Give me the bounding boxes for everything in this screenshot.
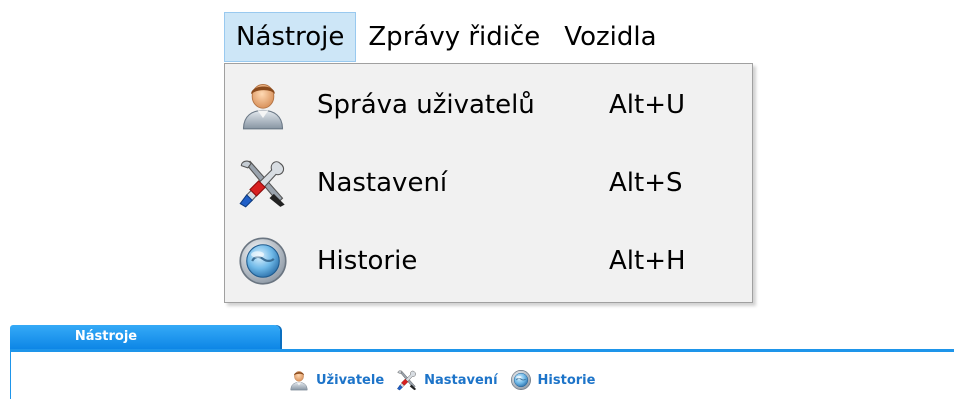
tab-strip: Nástroje Uživatele Nastavení Historie — [10, 325, 954, 399]
menu-item-shortcut: Alt+H — [609, 246, 686, 276]
menu-item-shortcut: Alt+S — [609, 168, 683, 198]
tools-icon — [396, 369, 418, 391]
toolbar-button-label: Uživatele — [316, 372, 385, 388]
tab-nastroje[interactable]: Nástroje — [10, 325, 280, 349]
menu-item-sprava-uzivatelu[interactable]: Správa uživatelů Alt+U — [225, 66, 752, 144]
tools-toolbar: Uživatele Nastavení Historie — [288, 367, 607, 393]
menu-item-label: Nastavení — [317, 168, 448, 198]
menu-item-nastaveni[interactable]: Nastavení Alt+S — [225, 144, 752, 222]
menu-item-label: Historie — [317, 246, 418, 276]
tab-underline — [10, 349, 954, 352]
menu-item-shortcut: Alt+U — [609, 90, 686, 120]
toolbar-button-label: Historie — [537, 372, 596, 388]
menu-vozidla[interactable]: Vozidla — [552, 12, 668, 62]
menu-zpravy-ridice[interactable]: Zprávy řidiče — [356, 12, 552, 62]
menu-item-label: Správa uživatelů — [317, 90, 535, 120]
history-icon — [237, 235, 289, 287]
nastroje-dropdown-menu: Správa uživatelů Alt+U Nastavení Alt+S H… — [224, 63, 753, 303]
toolbar-button-uzivatele[interactable]: Uživatele — [288, 369, 384, 391]
menu-item-historie[interactable]: Historie Alt+H — [225, 222, 752, 300]
toolbar-button-historie[interactable]: Historie — [510, 369, 596, 391]
menu-bar: Nástroje Zprávy řidiče Vozidla — [224, 12, 669, 64]
toolbar-button-nastaveni[interactable]: Nastavení — [396, 369, 498, 391]
user-icon — [237, 79, 289, 131]
toolbar-button-label: Nastavení — [424, 372, 498, 388]
panel-border — [10, 349, 11, 399]
menu-nastroje[interactable]: Nástroje — [224, 12, 357, 62]
tools-icon — [237, 157, 289, 209]
history-icon — [510, 369, 532, 391]
user-icon — [288, 369, 310, 391]
